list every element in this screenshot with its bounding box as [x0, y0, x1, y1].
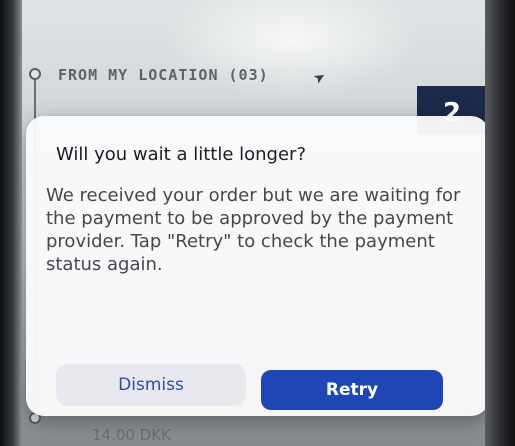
photo-scene: FROM MY LOCATION (03) ➤ 2 14.00 DKK Will… [0, 0, 515, 446]
price-label: 14.00 DKK [92, 426, 171, 444]
phone-bezel-left [0, 0, 22, 446]
from-location-label: FROM MY LOCATION (03) [58, 66, 269, 84]
phone-bezel-right [485, 0, 515, 446]
retry-button[interactable]: Retry [261, 370, 443, 410]
payment-wait-dialog: Will you wait a little longer? We receiv… [26, 116, 485, 416]
dialog-message: We received your order but we are waitin… [46, 185, 461, 275]
route-start-dot [29, 68, 41, 80]
dismiss-button[interactable]: Dismiss [56, 364, 246, 406]
app-screen: FROM MY LOCATION (03) ➤ 2 14.00 DKK Will… [22, 0, 485, 446]
dialog-title: Will you wait a little longer? [56, 144, 306, 165]
screen-glare [162, 0, 422, 100]
